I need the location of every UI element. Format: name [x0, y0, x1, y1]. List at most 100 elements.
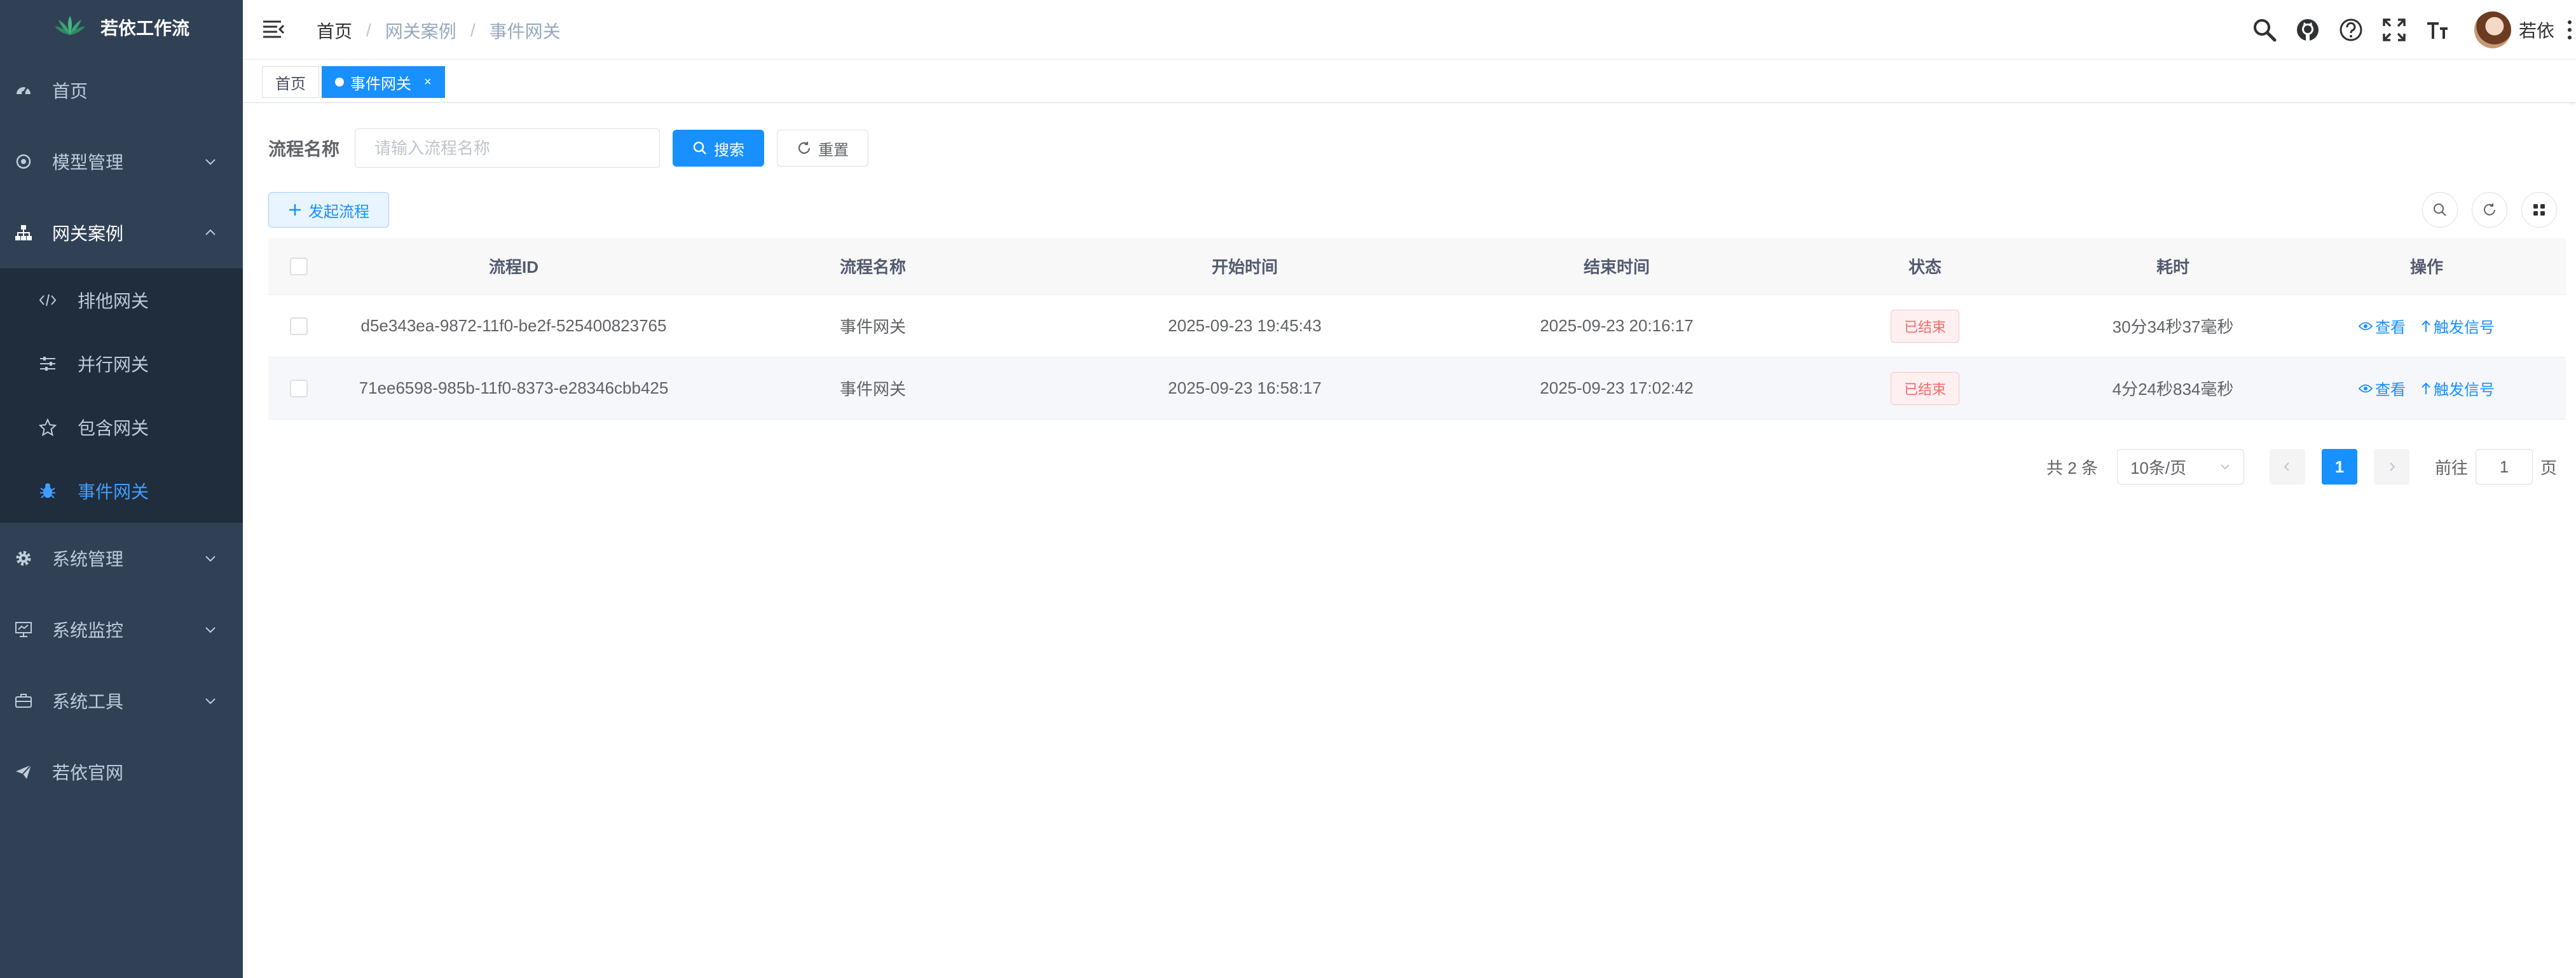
star-icon: [38, 418, 57, 437]
search-icon[interactable]: [2251, 16, 2278, 44]
row-checkbox[interactable]: [290, 379, 308, 397]
sidebar-item-event-gateway[interactable]: 事件网关: [0, 459, 243, 523]
view-link[interactable]: 查看: [2359, 315, 2406, 337]
hamburger-icon[interactable]: [262, 18, 285, 41]
start-process-button[interactable]: 发起流程: [268, 192, 389, 228]
breadcrumb-separator: /: [470, 20, 476, 40]
search-label: 流程名称: [268, 139, 340, 159]
cell-process-name: 事件网关: [839, 380, 906, 399]
total-count: 共 2 条: [2046, 458, 2098, 478]
tag-label: 首页: [275, 75, 306, 93]
sidebar-item-website[interactable]: 若依官网: [0, 736, 243, 808]
process-name-input[interactable]: [355, 128, 661, 168]
eye-icon: [2359, 384, 2373, 392]
table-row[interactable]: d5e343ea-9872-11f0-be2f-525400823765 事件网…: [268, 295, 2566, 357]
view-link[interactable]: 查看: [2359, 377, 2406, 399]
code-icon: [38, 291, 57, 310]
table-header: 流程ID 流程名称 开始时间 结束时间 状态 耗时 操作: [268, 238, 2566, 295]
sidebar-item-exclusive-gateway[interactable]: 排他网关: [0, 268, 243, 332]
send-icon: [14, 762, 33, 782]
active-dot-icon: [335, 78, 344, 86]
sidebar-item-monitor[interactable]: 系统监控: [0, 594, 243, 665]
chevron-down-icon: [205, 159, 216, 165]
page-size-select[interactable]: 10条/页: [2116, 449, 2244, 485]
eye-icon: [2359, 322, 2373, 330]
sidebar-item-model[interactable]: 模型管理: [0, 126, 243, 197]
tags-view: 首页 事件网关 ×: [243, 60, 2576, 103]
goto-page-input[interactable]: [2475, 449, 2533, 485]
tag-label: 事件网关: [350, 75, 411, 93]
sidebar-logo[interactable]: 若依工作流: [0, 0, 243, 55]
sidebar-item-label: 系统工具: [52, 692, 124, 712]
font-size-icon[interactable]: [2423, 16, 2451, 44]
plus-icon: [289, 204, 301, 216]
right-menu: 若依: [2243, 0, 2576, 60]
tree-icon: [14, 223, 33, 242]
refresh-button[interactable]: [2472, 192, 2507, 228]
view-link-label: 查看: [2375, 382, 2406, 399]
gateway-submenu: 排他网关 并行网关 包含网关 事件网关: [0, 268, 243, 523]
table-row[interactable]: 71ee6598-985b-11f0-8373-e28346cbb425 事件网…: [268, 357, 2566, 420]
breadcrumb: 首页 / 网关案例 / 事件网关: [317, 18, 561, 43]
sidebar-item-label: 系统监控: [52, 621, 124, 640]
trigger-signal-label: 触发信号: [2434, 319, 2495, 336]
user-name[interactable]: 若依: [2519, 17, 2554, 43]
columns-button[interactable]: [2521, 192, 2557, 228]
fullscreen-icon[interactable]: [2380, 16, 2408, 44]
trigger-signal-link[interactable]: 触发信号: [2421, 315, 2495, 337]
sidebar: 若依工作流 首页 模型管理 网关案例 排他网关 并行网关 包含网关 事件网关 系…: [0, 0, 243, 978]
sidebar-item-inclusive-gateway[interactable]: 包含网关: [0, 396, 243, 459]
more-icon[interactable]: [2563, 16, 2576, 44]
page-size-value: 10条/页: [2130, 458, 2187, 478]
column-header: 耗时: [2156, 258, 2189, 277]
grid-icon: [2533, 204, 2545, 216]
sidebar-item-tools[interactable]: 系统工具: [0, 665, 243, 736]
search-button[interactable]: 搜索: [673, 130, 765, 167]
column-header: 开始时间: [1211, 258, 1278, 277]
sidebar-item-home[interactable]: 首页: [0, 55, 243, 126]
select-all-checkbox[interactable]: [290, 257, 308, 275]
chevron-up-icon: [205, 229, 216, 235]
column-header: 流程名称: [839, 258, 906, 277]
breadcrumb-item-current: 事件网关: [489, 22, 561, 41]
breadcrumb-item-home[interactable]: 首页: [317, 18, 352, 43]
sidebar-item-label: 并行网关: [78, 355, 149, 375]
table-tools: [2422, 192, 2557, 228]
sidebar-item-system[interactable]: 系统管理: [0, 523, 243, 594]
chevron-right-icon: [2390, 462, 2395, 471]
close-icon[interactable]: ×: [424, 75, 432, 90]
sidebar-item-label: 包含网关: [78, 418, 149, 438]
main-content: 流程名称 搜索 重置 发起流程 流程ID 流程名称: [243, 103, 2570, 978]
prev-page-button[interactable]: [2269, 449, 2305, 485]
sidebar-item-label: 排他网关: [78, 291, 149, 311]
search-icon: [693, 141, 706, 155]
header-checkbox-cell: [268, 238, 329, 294]
cell-process-id: d5e343ea-9872-11f0-be2f-525400823765: [360, 316, 667, 335]
cell-process-name: 事件网关: [839, 317, 906, 336]
search-form: 流程名称 搜索 重置: [268, 128, 869, 168]
next-page-button[interactable]: [2373, 449, 2409, 485]
column-header: 操作: [2409, 258, 2443, 277]
bug-icon: [38, 481, 57, 500]
cell-duration: 4分24秒834毫秒: [2112, 380, 2234, 399]
row-checkbox[interactable]: [290, 317, 308, 335]
gear-icon: [14, 549, 33, 568]
tag-event-gateway[interactable]: 事件网关 ×: [322, 66, 445, 98]
avatar[interactable]: [2474, 11, 2511, 48]
arrow-up-icon: [2422, 320, 2430, 332]
cell-actions: 查看 触发信号: [2287, 295, 2566, 357]
trigger-signal-link[interactable]: 触发信号: [2421, 377, 2495, 399]
reset-button-label: 重置: [818, 141, 849, 159]
cell-end-time: 2025-09-23 17:02:42: [1540, 378, 1694, 397]
tag-home[interactable]: 首页: [262, 66, 319, 98]
page-number-button[interactable]: 1: [2321, 449, 2357, 485]
sidebar-item-parallel-gateway[interactable]: 并行网关: [0, 332, 243, 396]
sidebar-item-gateway[interactable]: 网关案例: [0, 197, 243, 268]
github-icon[interactable]: [2294, 16, 2322, 44]
help-icon[interactable]: [2337, 16, 2365, 44]
reset-button[interactable]: 重置: [777, 130, 869, 167]
status-badge: 已结束: [1890, 371, 1959, 405]
sidebar-item-label: 模型管理: [52, 153, 124, 172]
toggle-search-button[interactable]: [2422, 192, 2458, 228]
dashboard-icon: [14, 81, 33, 100]
